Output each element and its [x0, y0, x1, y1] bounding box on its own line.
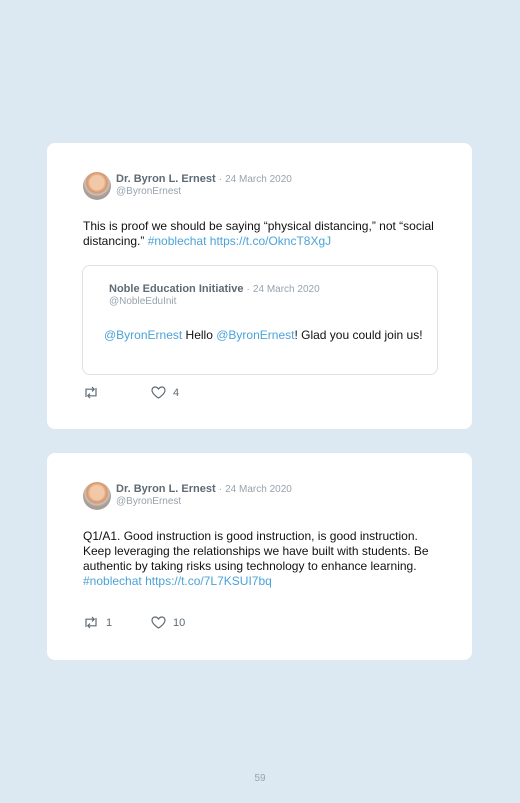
- separator: ·: [246, 284, 250, 295]
- quoted-handle[interactable]: @NobleEduInit: [109, 296, 176, 308]
- avatar[interactable]: [83, 172, 111, 200]
- quoted-text: @ByronErnest Hello @ByronErnest! Glad yo…: [104, 328, 424, 343]
- quoted-author-name[interactable]: Noble Education Initiative: [109, 283, 243, 295]
- like-count: 10: [173, 616, 186, 629]
- author-name[interactable]: Dr. Byron L. Ernest: [116, 173, 216, 185]
- page-number: 59: [254, 773, 266, 784]
- url-link[interactable]: https://t.co/OkncT8XgJ: [210, 234, 331, 248]
- author-handle[interactable]: @ByronErnest: [116, 496, 181, 508]
- tweet-text: Q1/A1. Good instruction is good instruct…: [83, 529, 443, 589]
- like-action[interactable]: 10: [151, 616, 185, 629]
- avatar[interactable]: [83, 482, 111, 510]
- hashtag-link[interactable]: #noblechat: [148, 234, 207, 248]
- mention-link[interactable]: @ByronErnest: [104, 328, 182, 342]
- heart-icon[interactable]: [151, 616, 166, 629]
- quoted-date[interactable]: 24 March 2020: [253, 284, 320, 295]
- retweet-icon[interactable]: [83, 616, 99, 629]
- retweet-action[interactable]: [83, 386, 106, 399]
- author-name[interactable]: Dr. Byron L. Ernest: [116, 483, 216, 495]
- tweet-header: Dr. Byron L. Ernest · 24 March 2020: [116, 483, 292, 496]
- quoted-body: Hello: [182, 328, 217, 342]
- quoted-header: Noble Education Initiative · 24 March 20…: [109, 283, 320, 296]
- tweet-text: This is proof we should be saying “physi…: [83, 219, 443, 249]
- like-action[interactable]: 4: [151, 386, 179, 399]
- hashtag-link[interactable]: #noblechat: [83, 574, 142, 588]
- quoted-tweet[interactable]: Noble Education Initiative · 24 March 20…: [82, 265, 438, 375]
- tweet-date[interactable]: 24 March 2020: [225, 484, 292, 495]
- author-handle[interactable]: @ByronErnest: [116, 186, 181, 198]
- like-count: 4: [173, 386, 180, 399]
- tweet-card[interactable]: Dr. Byron L. Ernest · 24 March 2020 @Byr…: [47, 143, 472, 429]
- retweet-count: 1: [106, 616, 113, 629]
- retweet-action[interactable]: 1: [83, 616, 112, 629]
- separator: ·: [218, 174, 223, 185]
- tweet-date[interactable]: 24 March 2020: [225, 174, 292, 185]
- quoted-body-end: ! Glad you could join us!: [294, 328, 423, 342]
- tweet-body: Q1/A1. Good instruction is good instruct…: [83, 529, 429, 573]
- retweet-icon[interactable]: [83, 386, 99, 399]
- url-link[interactable]: https://t.co/7L7KSUI7bq: [145, 574, 272, 588]
- tweet-card[interactable]: Dr. Byron L. Ernest · 24 March 2020 @Byr…: [47, 453, 472, 660]
- tweet-header: Dr. Byron L. Ernest · 24 March 2020: [116, 173, 292, 186]
- separator: ·: [218, 484, 223, 495]
- mention-link[interactable]: @ByronErnest: [216, 328, 294, 342]
- heart-icon[interactable]: [151, 386, 166, 399]
